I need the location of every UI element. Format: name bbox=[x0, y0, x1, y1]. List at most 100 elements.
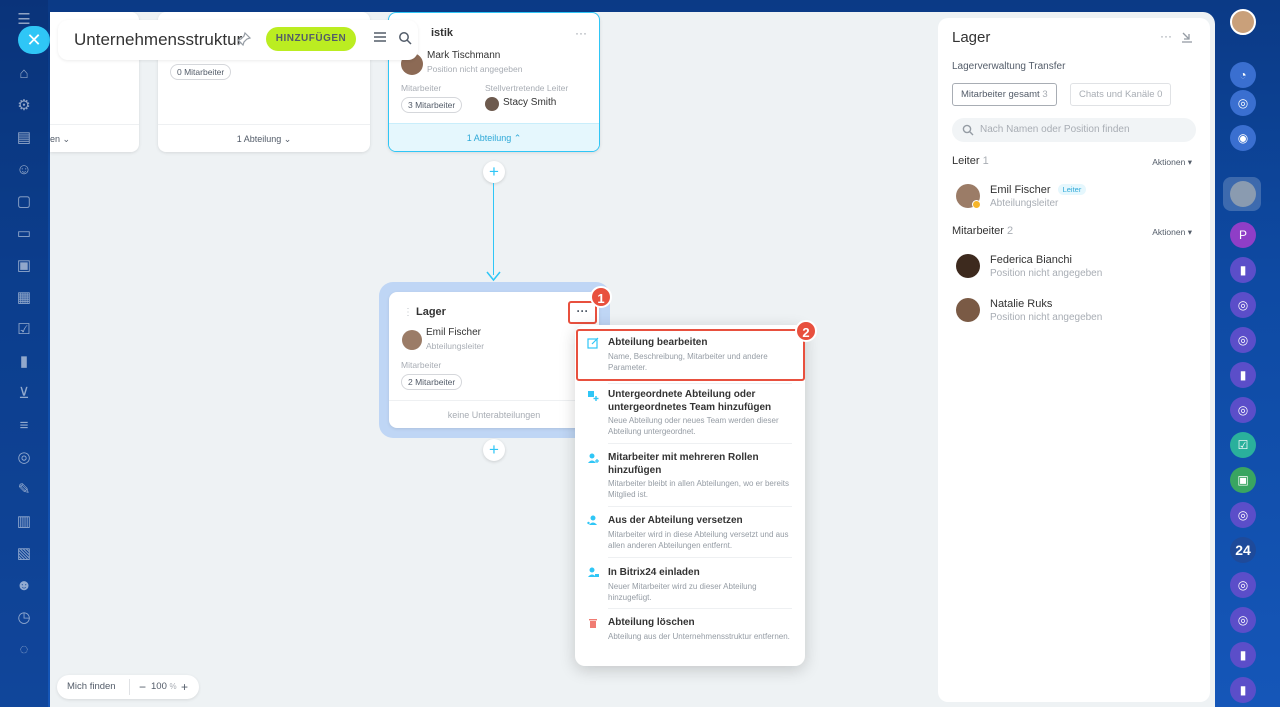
head-name[interactable]: Emil Fischer bbox=[426, 327, 481, 338]
chat-avatar[interactable]: P bbox=[1230, 222, 1256, 248]
menu-item-add-subdepartment[interactable]: Untergeordnete Abteilung oder untergeord… bbox=[575, 385, 805, 441]
zoom-in-button[interactable]: + bbox=[181, 675, 188, 699]
tasks-chat-icon[interactable]: ☑ bbox=[1230, 432, 1256, 458]
chat-icon[interactable]: ◎ bbox=[1230, 607, 1256, 633]
chat-icon[interactable]: ◎ bbox=[1230, 327, 1256, 353]
subdepartments-toggle[interactable]: en ⌄ bbox=[50, 124, 139, 152]
bitrix24-chat-icon[interactable]: 24 bbox=[1230, 537, 1256, 563]
chat-icon[interactable]: ▮ bbox=[1230, 642, 1256, 668]
files-icon[interactable]: ▢ bbox=[14, 192, 34, 212]
collapse-panel-icon[interactable] bbox=[1181, 31, 1193, 43]
add-department-icon bbox=[588, 391, 599, 401]
avatar[interactable] bbox=[956, 298, 980, 322]
find-me-button[interactable]: Mich finden bbox=[67, 675, 116, 699]
chevron-down-icon: ▾ bbox=[1187, 227, 1192, 237]
employees-heading: Mitarbeiter 2 bbox=[952, 225, 1013, 237]
cart-icon[interactable]: ⊻ bbox=[14, 384, 34, 404]
employees-label: Mitarbeiter bbox=[401, 360, 442, 370]
menu-item-desc: Abteilung aus der Unternehmensstruktur e… bbox=[608, 632, 790, 641]
menu-item-desc: Neue Abteilung oder neues Team werden di… bbox=[608, 416, 779, 436]
leader-name[interactable]: Emil Fischer Leiter bbox=[990, 184, 1087, 196]
filter-icon[interactable]: ≡ bbox=[14, 416, 34, 436]
menu-item-move[interactable]: Aus der Abteilung versetzen Mitarbeiter … bbox=[575, 510, 805, 556]
drag-handle-icon[interactable]: ⋮ bbox=[403, 307, 413, 318]
analytics-icon[interactable]: ▮ bbox=[14, 352, 34, 372]
screen-icon[interactable]: ▣ bbox=[14, 256, 34, 276]
divider bbox=[608, 443, 792, 444]
subdepartments-toggle[interactable]: 1 Abteilung ⌄ bbox=[158, 124, 370, 152]
employees-pill[interactable]: 2 Mitarbeiter bbox=[401, 374, 463, 390]
add-subdepartment-button[interactable]: + bbox=[483, 439, 505, 461]
user-avatar[interactable] bbox=[1230, 9, 1256, 35]
add-subdepartment-button[interactable]: + bbox=[483, 161, 505, 183]
move-user-icon bbox=[587, 515, 597, 525]
menu-item-invite[interactable]: In Bitrix24 einladen Neuer Mitarbeiter w… bbox=[575, 561, 805, 607]
bell-icon[interactable]: ◔ bbox=[1230, 62, 1256, 88]
add-button[interactable]: HINZUFÜGEN bbox=[266, 27, 356, 51]
chat-avatar[interactable] bbox=[1230, 181, 1256, 207]
card-icon[interactable]: ▭ bbox=[14, 224, 34, 244]
tab-employees[interactable]: Mitarbeiter gesamt 3 bbox=[952, 83, 1057, 106]
sign-icon[interactable]: ✎ bbox=[14, 480, 34, 500]
chat-icon[interactable]: ◎ bbox=[1230, 502, 1256, 528]
zoom-out-button[interactable]: − bbox=[139, 675, 146, 699]
subdepartments-label: 1 Abteilung bbox=[466, 133, 512, 143]
invite-user-icon bbox=[588, 567, 599, 577]
tasks-icon[interactable]: ☑ bbox=[14, 320, 34, 340]
chat-icon[interactable]: ◎ bbox=[1230, 397, 1256, 423]
document-icon[interactable]: ▤ bbox=[14, 128, 34, 148]
department-title: istik bbox=[431, 27, 454, 39]
employees-pill[interactable]: 0 Mitarbeiter bbox=[170, 64, 232, 80]
chat-icon[interactable]: ▮ bbox=[1230, 257, 1256, 283]
chat-icon[interactable]: ▮ bbox=[1230, 362, 1256, 388]
building-icon[interactable]: ▥ bbox=[14, 512, 34, 532]
add-user-icon bbox=[588, 453, 599, 463]
more-icon[interactable]: ··· bbox=[1160, 29, 1172, 43]
chat-icon[interactable]: ▮ bbox=[1230, 677, 1256, 703]
member-search-input[interactable]: Nach Namen oder Position finden bbox=[952, 118, 1196, 142]
clock-icon[interactable]: ◷ bbox=[14, 608, 34, 628]
settings-icon[interactable]: ⚙ bbox=[14, 96, 34, 116]
tab-chats[interactable]: Chats und Kanäle 0 bbox=[1070, 83, 1172, 106]
employees-actions-dropdown[interactable]: Aktionen ▾ bbox=[1152, 227, 1192, 238]
menu-item-delete[interactable]: Abteilung löschen Abteilung aus der Unte… bbox=[575, 613, 805, 659]
subdepartments-label: keine Unterabteilungen bbox=[389, 400, 599, 428]
head-name[interactable]: Mark Tischmann bbox=[427, 50, 500, 61]
subdepartments-label: en bbox=[50, 134, 61, 144]
company-icon[interactable]: ▧ bbox=[14, 544, 34, 564]
group-icon[interactable]: ☻ bbox=[14, 576, 34, 596]
target-icon[interactable]: ◎ bbox=[14, 448, 34, 468]
chevron-down-icon: ⌄ bbox=[62, 134, 71, 144]
home-icon[interactable]: ⌂ bbox=[14, 64, 34, 84]
menu-icon[interactable] bbox=[373, 30, 387, 44]
search-icon bbox=[962, 124, 974, 136]
avatar[interactable] bbox=[956, 254, 980, 278]
menu-item-add-multirole[interactable]: Mitarbeiter mit mehreren Rollen hinzufüg… bbox=[575, 447, 805, 503]
menu-item-desc: Mitarbeiter bleibt in allen Abteilungen,… bbox=[608, 479, 789, 499]
chat-icon[interactable]: ◎ bbox=[1230, 292, 1256, 318]
subdepartments-toggle[interactable]: 1 Abteilung ⌃ bbox=[389, 123, 599, 151]
employees-pill[interactable]: 3 Mitarbeiter bbox=[401, 97, 463, 113]
member-name[interactable]: Natalie Ruks bbox=[990, 298, 1052, 310]
pin-icon[interactable] bbox=[236, 31, 252, 47]
highlight-frame bbox=[576, 329, 805, 381]
lock-chat-icon[interactable]: ▣ bbox=[1230, 467, 1256, 493]
search-icon[interactable] bbox=[398, 31, 412, 45]
section-title: Mitarbeiter bbox=[952, 225, 1004, 237]
section-count: 1 bbox=[982, 155, 989, 167]
more-icon[interactable]: ◌ bbox=[14, 640, 34, 660]
deputy-name[interactable]: Stacy Smith bbox=[503, 97, 556, 108]
connector-line bbox=[493, 183, 494, 275]
close-slider-button[interactable]: ✕ bbox=[18, 26, 50, 54]
leader-actions-dropdown[interactable]: Aktionen ▾ bbox=[1152, 157, 1192, 168]
more-icon[interactable]: ··· bbox=[575, 26, 587, 40]
chat-icon[interactable]: ◎ bbox=[1230, 572, 1256, 598]
calendar-icon[interactable]: ▦ bbox=[14, 288, 34, 308]
contacts-icon[interactable]: ☺ bbox=[14, 160, 34, 180]
panel-subtitle: Lagerverwaltung Transfer bbox=[952, 61, 1066, 72]
department-card-logistik[interactable]: istik ··· Mark Tischmann Position nicht … bbox=[388, 12, 600, 152]
member-name[interactable]: Federica Bianchi bbox=[990, 254, 1072, 266]
copilot-icon[interactable]: ◎ bbox=[1230, 90, 1256, 116]
chat-search-icon[interactable]: ◉ bbox=[1230, 125, 1256, 151]
leader-heading: Leiter 1 bbox=[952, 155, 989, 167]
